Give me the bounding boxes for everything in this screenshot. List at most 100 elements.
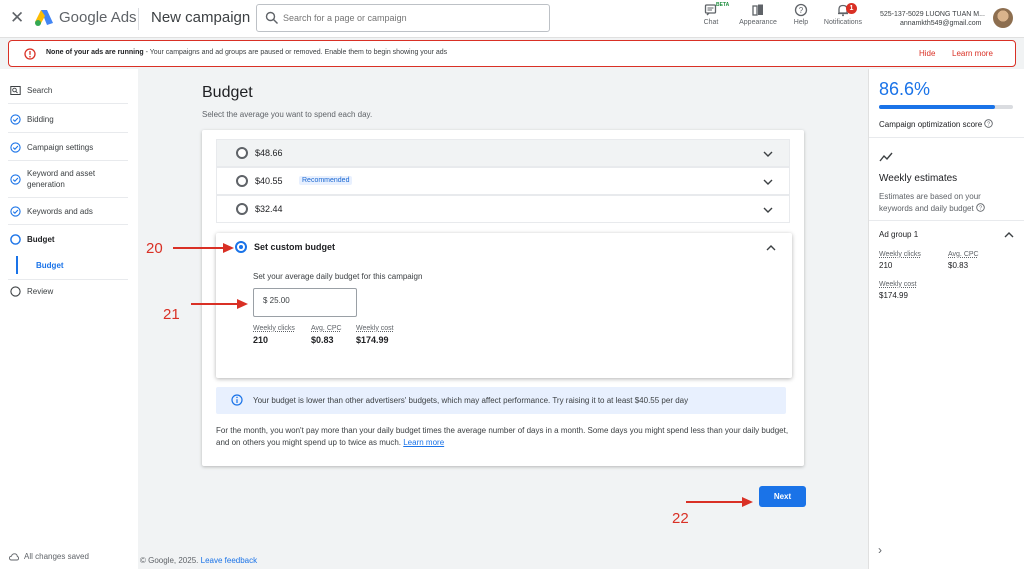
check-circle-icon — [10, 114, 21, 125]
radio-button[interactable] — [236, 203, 248, 215]
search-icon — [265, 11, 278, 24]
custom-budget-radio[interactable] — [235, 241, 247, 253]
notifications-button[interactable]: 1 Notifications — [820, 3, 866, 26]
optimization-score-bar — [879, 105, 1013, 109]
nav-item-search[interactable]: Search — [10, 85, 52, 96]
save-status: All changes saved — [9, 552, 89, 561]
budget-option-1[interactable]: $48.66 — [216, 139, 790, 167]
stat-label: Weekly clicks — [879, 251, 921, 258]
help-circle-icon[interactable]: ? — [976, 203, 985, 212]
chevron-down-icon[interactable] — [762, 204, 774, 216]
nav-item-budget[interactable]: Budget — [10, 234, 55, 245]
chat-button[interactable]: BETA Chat — [700, 2, 730, 26]
account-id: 525-137-5029 LUONG TUAN M... — [880, 11, 985, 18]
nav-label: Bidding — [27, 115, 54, 124]
budget-info-text: Your budget is lower than other advertis… — [253, 396, 689, 405]
stat-avg-cpc: Avg. CPC $0.83 — [311, 325, 342, 345]
error-icon — [24, 48, 36, 60]
copyright: © Google, 2025. — [140, 556, 199, 565]
circle-icon — [10, 234, 21, 245]
chevron-right-icon[interactable]: › — [878, 543, 882, 557]
nav-item-review[interactable]: Review — [10, 286, 53, 297]
close-icon[interactable]: ✕ — [10, 8, 24, 28]
footer: © Google, 2025. Leave feedback — [140, 556, 257, 565]
search-box[interactable] — [256, 4, 550, 32]
nav-divider — [8, 160, 128, 161]
annotation-22: 22 — [672, 510, 689, 527]
optimization-score-fill — [879, 105, 996, 109]
budget-subheading: Select the average you want to spend eac… — [202, 110, 373, 119]
nav-label: Budget — [27, 235, 55, 244]
daily-budget-input[interactable] — [263, 296, 351, 305]
nav-item-campaign-settings[interactable]: Campaign settings — [10, 142, 93, 153]
stat-label: Weekly cost — [879, 281, 917, 288]
radio-button[interactable] — [236, 175, 248, 187]
stat-value: $174.99 — [356, 335, 389, 345]
alert-banner: None of your ads are running - Your camp… — [8, 40, 1016, 67]
stat-value: $0.83 — [311, 335, 334, 345]
nav-sub-item-budget[interactable]: Budget — [36, 261, 64, 270]
weekly-estimates-text: Estimates are based on your keywords and… — [879, 192, 981, 213]
nav-item-keyword-asset-generation[interactable]: Keyword and asset generation — [10, 168, 120, 190]
avatar[interactable] — [993, 8, 1013, 28]
cloud-icon — [9, 552, 19, 560]
account-info[interactable]: 525-137-5029 LUONG TUAN M... annamkth549… — [880, 10, 985, 28]
help-circle-icon[interactable]: ? — [984, 119, 994, 128]
notifications-label: Notifications — [823, 19, 863, 26]
recommended-badge: Recommended — [299, 176, 353, 185]
budget-option-2[interactable]: $40.55 Recommended — [216, 167, 790, 195]
help-button[interactable]: ? Help — [791, 3, 811, 26]
nav-label: Keyword and asset generation — [27, 169, 96, 189]
weekly-estimates-desc: Estimates are based on your keywords and… — [879, 191, 1009, 215]
chevron-up-icon[interactable] — [1003, 230, 1015, 240]
daily-budget-field[interactable] — [253, 288, 357, 317]
chat-label: Chat — [703, 19, 719, 26]
save-status-text: All changes saved — [24, 552, 89, 561]
appearance-icon — [752, 4, 763, 16]
beta-badge: BETA — [716, 2, 730, 8]
stat-weekly-clicks: Weekly clicks 210 — [253, 325, 295, 345]
trending-icon — [879, 152, 893, 162]
chevron-down-icon[interactable] — [762, 176, 774, 188]
leave-feedback-link[interactable]: Leave feedback — [201, 556, 258, 565]
info-icon — [231, 394, 243, 406]
weekly-estimates-title: Weekly estimates — [879, 173, 958, 184]
circle-icon — [10, 286, 21, 297]
nav-divider — [8, 132, 128, 133]
nav-item-keywords-ads[interactable]: Keywords and ads — [10, 206, 93, 217]
radio-button[interactable] — [236, 147, 248, 159]
nav-label: Search — [27, 86, 53, 95]
svg-text:?: ? — [979, 206, 982, 212]
optimization-score-label[interactable]: Campaign optimization score ? — [879, 119, 994, 129]
hide-link[interactable]: Hide — [919, 49, 935, 58]
check-circle-icon — [10, 142, 21, 153]
annotation-arrow — [173, 243, 234, 253]
alert-learn-more-link[interactable]: Learn more — [952, 49, 993, 58]
left-nav: Search Bidding Campaign settings Keyword… — [0, 69, 138, 569]
panel-stat-weekly-clicks: Weekly clicks 210 — [879, 251, 921, 270]
appearance-button[interactable]: Appearance — [737, 3, 779, 26]
monthly-learn-more-link[interactable]: Learn more — [403, 438, 444, 447]
custom-budget-description: Set your average daily budget for this c… — [253, 272, 423, 281]
next-button[interactable]: Next — [759, 486, 806, 507]
budget-option-label: $32.44 — [255, 204, 283, 214]
monthly-note: For the month, you won't pay more than y… — [216, 425, 792, 449]
stat-value: $0.83 — [948, 261, 969, 270]
panel-stat-avg-cpc: Avg. CPC $0.83 — [948, 251, 979, 270]
budget-heading: Budget — [202, 84, 253, 101]
nav-divider — [8, 197, 128, 198]
stat-weekly-cost: Weekly cost $174.99 — [356, 325, 394, 345]
search-doc-icon — [10, 86, 21, 95]
svg-text:?: ? — [799, 6, 804, 15]
monthly-note-text: For the month, you won't pay more than y… — [216, 426, 789, 447]
alert-text: None of your ads are running - Your camp… — [46, 49, 447, 56]
chevron-down-icon[interactable] — [762, 148, 774, 160]
stat-value: $174.99 — [879, 291, 908, 300]
nav-item-bidding[interactable]: Bidding — [10, 114, 54, 125]
budget-card: $48.66 $40.55 Recommended $32.44 Set cus… — [202, 130, 804, 466]
search-input[interactable] — [283, 9, 543, 27]
nav-label: Review — [27, 287, 54, 296]
chevron-up-icon[interactable] — [765, 242, 777, 254]
budget-option-3[interactable]: $32.44 — [216, 195, 790, 223]
budget-option-label: $40.55 — [255, 176, 283, 186]
